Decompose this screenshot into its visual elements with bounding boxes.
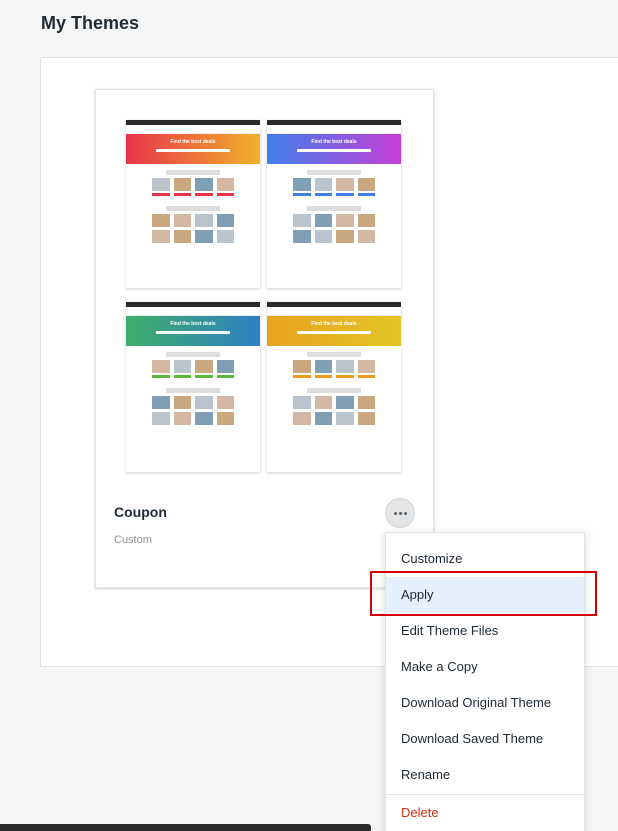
theme-preview[interactable]: Find the best deals Find the best deals …: [126, 120, 402, 482]
preview-thumb-blue: Find the best deals: [267, 120, 401, 288]
preview-thumb-red: Find the best deals: [126, 120, 260, 288]
preview-hero-text: Find the best deals: [311, 321, 357, 327]
theme-subtitle: Custom: [114, 534, 152, 546]
bottom-toast-bar: [0, 824, 371, 831]
menu-item-download-saved-theme[interactable]: Download Saved Theme: [386, 721, 584, 757]
page-title: My Themes: [41, 13, 140, 33]
menu-item-edit-theme-files[interactable]: Edit Theme Files: [386, 613, 584, 649]
more-actions-button[interactable]: [385, 498, 415, 528]
preview-thumb-green: Find the best deals: [126, 302, 260, 472]
menu-item-make-a-copy[interactable]: Make a Copy: [386, 649, 584, 685]
menu-item-rename[interactable]: Rename: [386, 757, 584, 793]
preview-hero-text: Find the best deals: [170, 139, 216, 145]
more-horizontal-icon: [393, 511, 408, 515]
preview-hero-text: Find the best deals: [170, 321, 216, 327]
theme-name: Coupon: [114, 504, 167, 520]
preview-hero-text: Find the best deals: [311, 139, 357, 145]
preview-thumb-orange: Find the best deals: [267, 302, 401, 472]
menu-item-download-original-theme[interactable]: Download Original Theme: [386, 685, 584, 721]
menu-item-delete[interactable]: Delete: [386, 795, 584, 831]
theme-actions-menu: Customize Apply Edit Theme Files Make a …: [385, 532, 585, 831]
menu-item-apply[interactable]: Apply: [386, 577, 584, 613]
menu-item-customize[interactable]: Customize: [386, 541, 584, 577]
